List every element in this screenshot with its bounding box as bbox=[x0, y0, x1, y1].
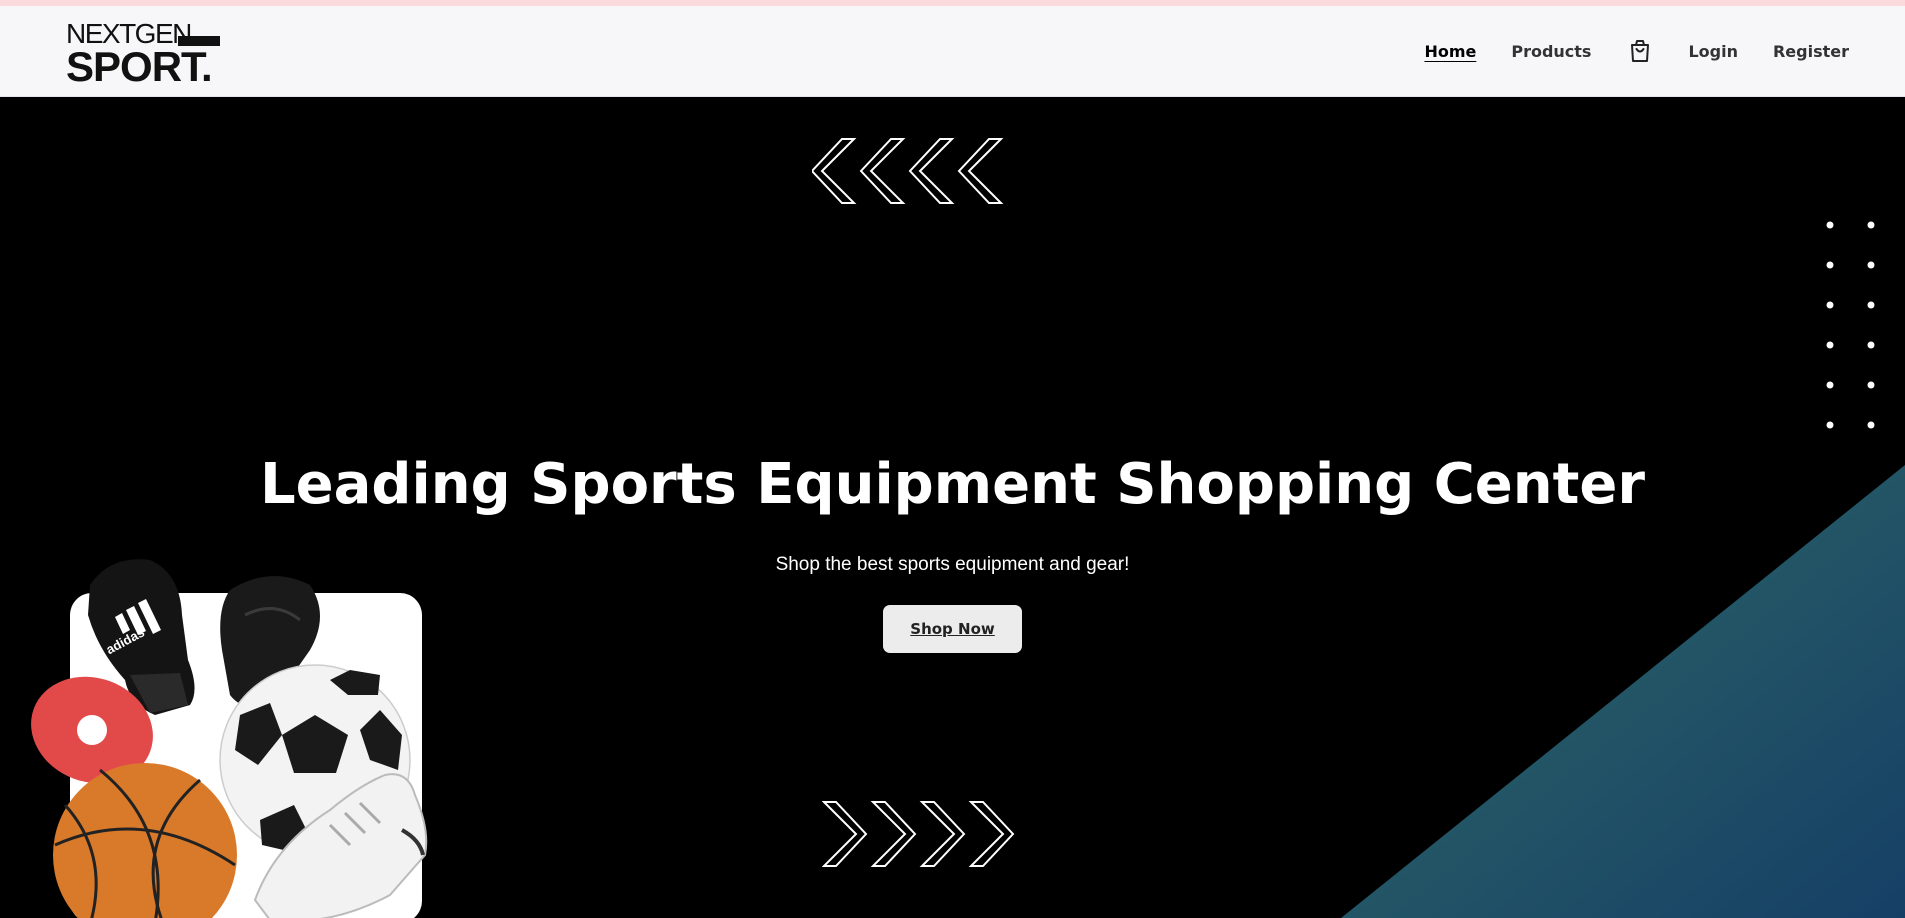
logo-text-bottom: SPORT. bbox=[66, 43, 213, 90]
chevrons-right-decoration bbox=[822, 801, 1015, 867]
shopping-bag-icon[interactable] bbox=[1627, 38, 1653, 64]
brand-logo[interactable]: NEXTGEN SPORT. bbox=[66, 16, 236, 90]
chevrons-left-decoration bbox=[812, 138, 1004, 204]
dot-grid-decoration bbox=[1826, 221, 1875, 429]
nav-link-products[interactable]: Products bbox=[1511, 42, 1591, 61]
nav-link-register[interactable]: Register bbox=[1773, 42, 1849, 61]
sports-equipment-image: adidas bbox=[31, 559, 428, 918]
nav-link-login[interactable]: Login bbox=[1688, 42, 1738, 61]
nav-link-home[interactable]: Home bbox=[1424, 42, 1476, 61]
nav-links: Home Products Login Register bbox=[1389, 38, 1849, 64]
hero-section: Leading Sports Equipment Shopping Center… bbox=[0, 97, 1905, 918]
navbar: NEXTGEN SPORT. Home Products Login Regis… bbox=[0, 6, 1905, 97]
hero-title: Leading Sports Equipment Shopping Center bbox=[259, 452, 1646, 517]
shop-now-button[interactable]: Shop Now bbox=[883, 605, 1022, 653]
